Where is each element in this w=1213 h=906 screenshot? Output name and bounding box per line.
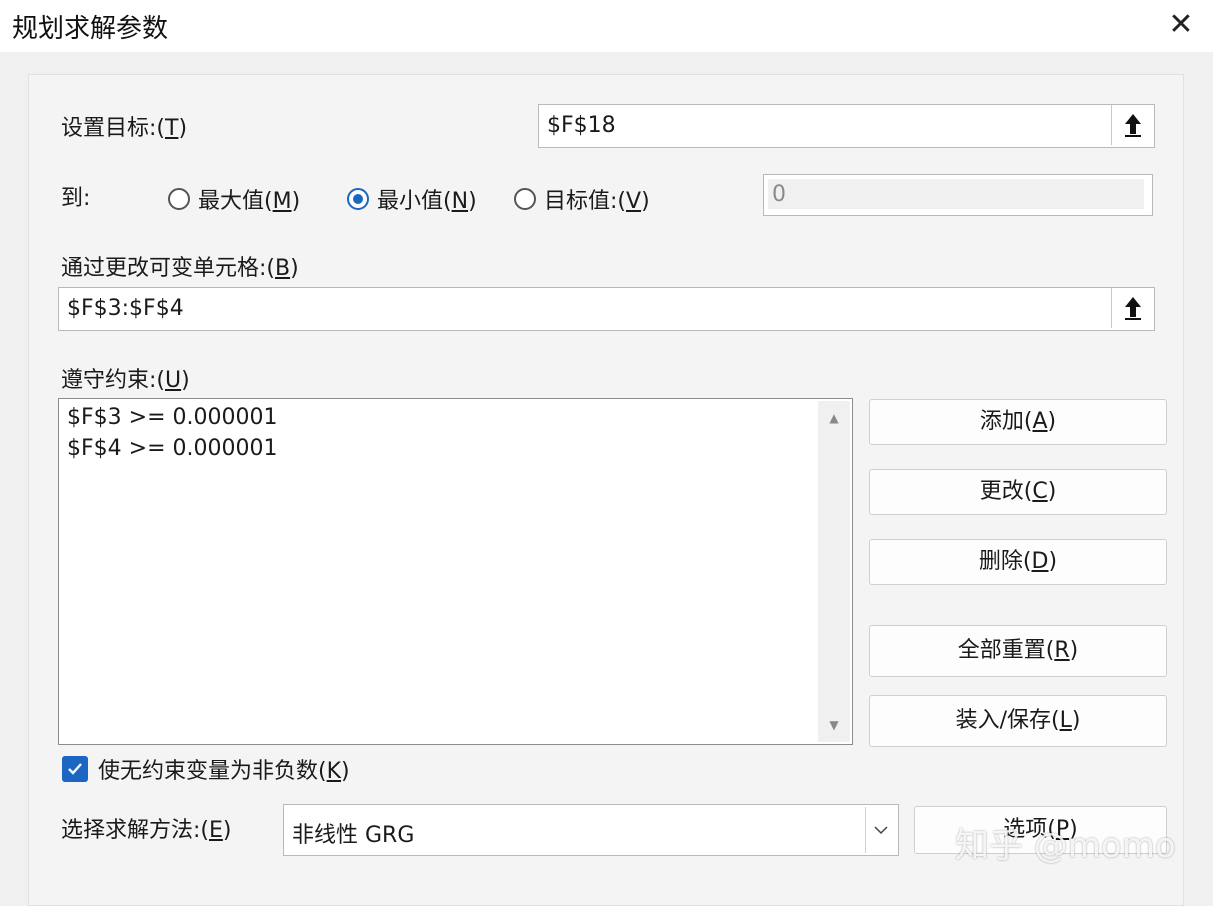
method-select[interactable]: 非线性 GRG: [283, 804, 899, 856]
chevron-down-icon: [874, 826, 888, 835]
radio-value-circle: [514, 188, 536, 210]
radio-min-circle: [347, 188, 369, 210]
watermark: 知乎 @momo: [955, 826, 1176, 866]
reset-all-button[interactable]: 全部重置(R): [869, 625, 1167, 677]
changing-cells-value: $F$3:$F$4: [67, 296, 184, 321]
load-save-button[interactable]: 装入/保存(L): [869, 695, 1167, 747]
close-button[interactable]: ✕: [1163, 8, 1199, 44]
arrow-up-icon: [1125, 297, 1141, 320]
change-button[interactable]: 更改(C): [869, 469, 1167, 515]
target-value-text: 0: [768, 179, 1144, 209]
changing-cells-field[interactable]: $F$3:$F$4: [58, 287, 1155, 331]
list-item[interactable]: $F$3 >= 0.000001: [67, 405, 277, 430]
radio-max[interactable]: 最大值(M): [168, 183, 300, 215]
constraints-list[interactable]: $F$3 >= 0.000001 $F$4 >= 0.000001 ▲ ▼: [58, 398, 853, 745]
title-bar: 规划求解参数 ✕: [0, 0, 1213, 52]
arrow-up-icon: [1125, 114, 1141, 137]
dialog-title: 规划求解参数: [12, 14, 169, 44]
close-icon: ✕: [1168, 7, 1194, 42]
to-label: 到:: [61, 186, 91, 211]
radio-max-circle: [168, 188, 190, 210]
method-label: 选择求解方法:(E): [61, 818, 232, 843]
radio-min-label: 最小值(N): [377, 189, 477, 214]
method-value: 非线性 GRG: [292, 823, 415, 848]
radio-value-of[interactable]: 目标值:(V): [514, 183, 650, 215]
add-button[interactable]: 添加(A): [869, 399, 1167, 445]
target-value-field[interactable]: 0: [763, 174, 1153, 216]
scrollbar[interactable]: ▲ ▼: [818, 401, 850, 742]
method-dropdown-button[interactable]: [865, 807, 896, 853]
changing-cells-label: 通过更改可变单元格:(B): [61, 256, 299, 281]
objective-value: $F$18: [547, 113, 616, 138]
scroll-up-icon[interactable]: ▲: [818, 405, 850, 431]
nonneg-checkbox[interactable]: 使无约束变量为非负数(K): [62, 753, 350, 785]
checkmark-icon: [68, 763, 82, 775]
constraints-label: 遵守约束:(U): [61, 368, 190, 393]
radio-max-label: 最大值(M): [198, 189, 301, 214]
scroll-down-icon[interactable]: ▼: [818, 712, 850, 738]
objective-collapse-button[interactable]: [1111, 105, 1154, 145]
objective-field[interactable]: $F$18: [538, 104, 1155, 148]
list-item[interactable]: $F$4 >= 0.000001: [67, 436, 277, 461]
changing-cells-collapse-button[interactable]: [1111, 288, 1154, 328]
nonneg-label: 使无约束变量为非负数(K): [98, 759, 350, 784]
radio-value-label: 目标值:(V): [544, 189, 650, 214]
radio-min[interactable]: 最小值(N): [347, 183, 477, 215]
delete-button[interactable]: 删除(D): [869, 539, 1167, 585]
checkbox-box: [62, 756, 88, 782]
objective-label: 设置目标:(T): [61, 116, 188, 141]
